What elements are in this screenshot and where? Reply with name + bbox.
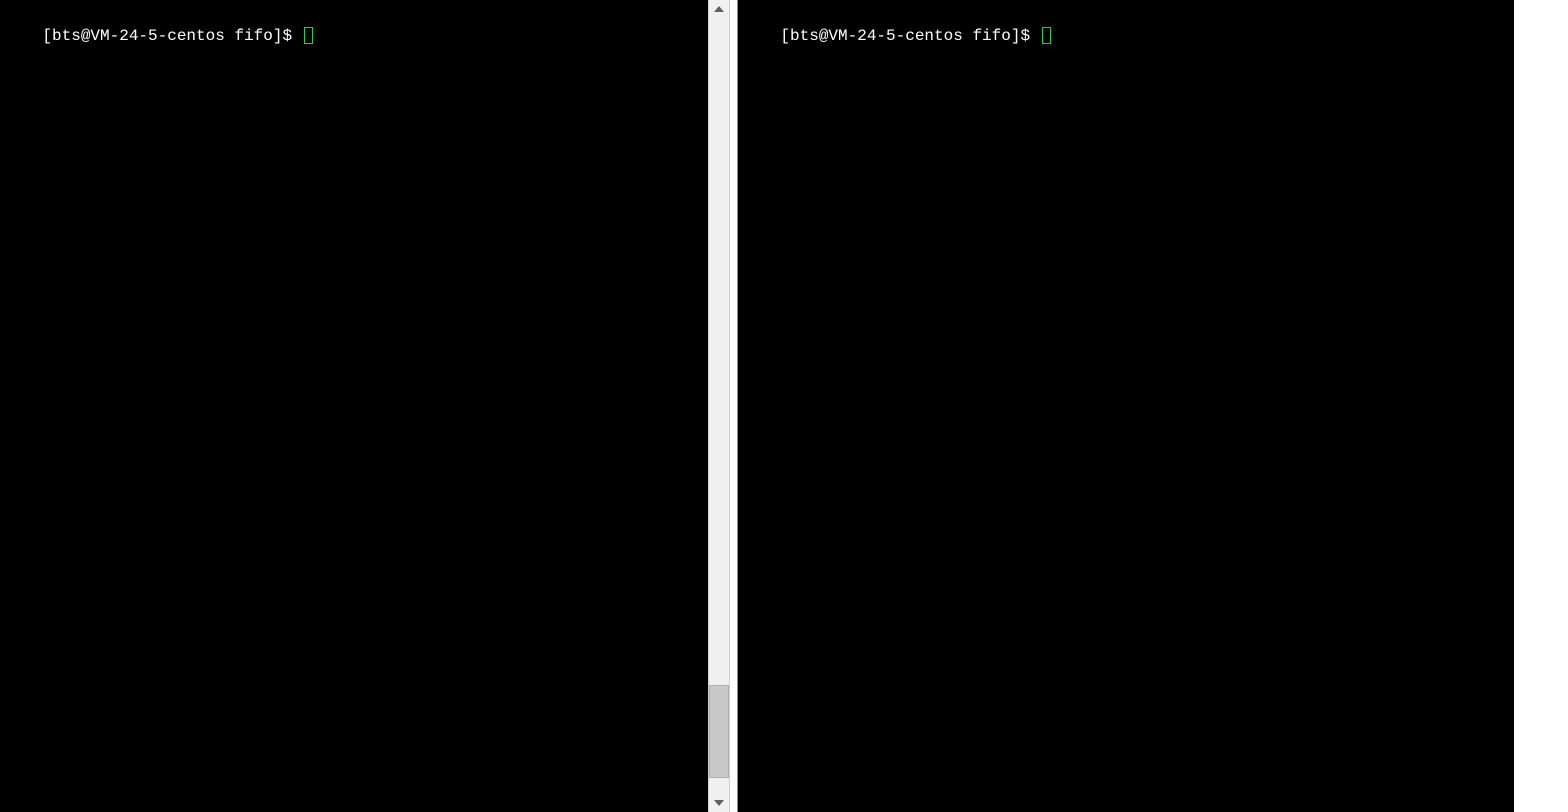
cursor-icon xyxy=(1042,27,1051,44)
scroll-track[interactable] xyxy=(709,18,729,794)
terminal-pane-right[interactable]: [bts@VM-24-5-centos fifo]$ xyxy=(738,0,1514,812)
right-edge-margin xyxy=(1514,0,1568,812)
scroll-thumb[interactable] xyxy=(709,685,729,778)
cursor-icon xyxy=(304,27,313,44)
scroll-up-arrow-icon[interactable] xyxy=(709,0,729,18)
prompt-text-left: [bts@VM-24-5-centos fifo]$ xyxy=(42,27,301,45)
scroll-down-arrow-icon[interactable] xyxy=(709,794,729,812)
prompt-text-right: [bts@VM-24-5-centos fifo]$ xyxy=(780,27,1039,45)
terminal-pane-left[interactable]: [bts@VM-24-5-centos fifo]$ xyxy=(0,0,708,812)
pane-divider xyxy=(708,0,738,812)
prompt-line-right: [bts@VM-24-5-centos fifo]$ xyxy=(742,5,1510,67)
prompt-line-left: [bts@VM-24-5-centos fifo]$ xyxy=(4,5,704,67)
scrollbar-vertical[interactable] xyxy=(708,0,730,812)
split-border[interactable] xyxy=(730,0,738,812)
